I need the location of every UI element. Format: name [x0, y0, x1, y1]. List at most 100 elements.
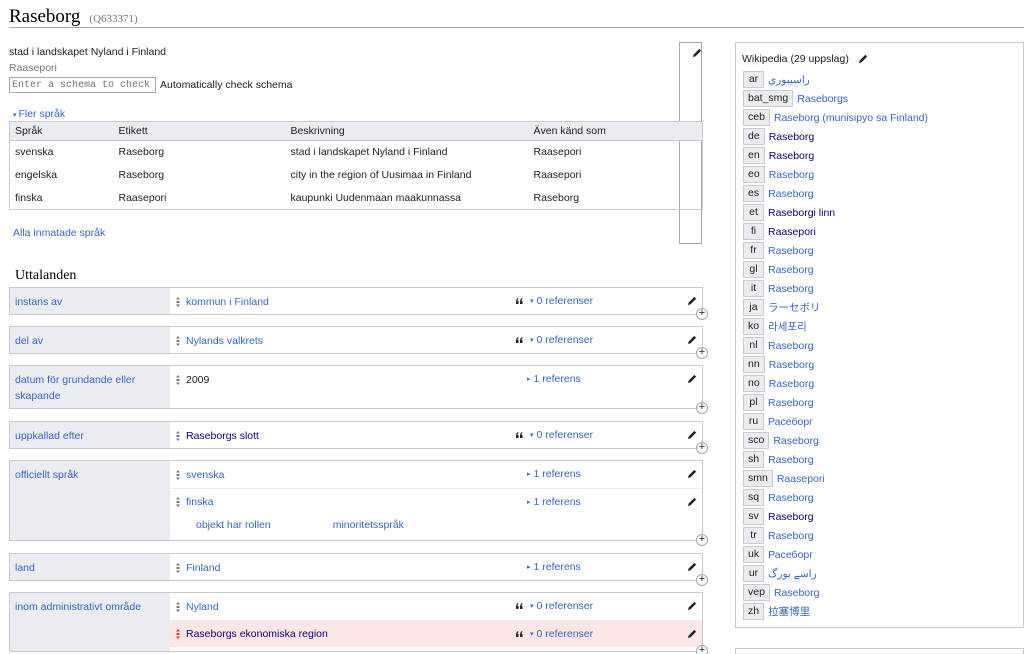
rank-normal-icon[interactable] — [172, 601, 184, 613]
value-link[interactable]: finska — [186, 496, 213, 508]
sitelink-language-code: sq — [743, 489, 765, 506]
references-toggle[interactable]: ▸ 1 referens — [527, 561, 581, 573]
qualifier-value-link[interactable]: minoritetsspråk — [333, 519, 404, 531]
sitelink-title[interactable]: Raseborg — [768, 188, 814, 200]
property-link[interactable]: del av — [10, 327, 170, 353]
sitelink-language-code: tr — [743, 527, 764, 544]
pencil-icon[interactable] — [686, 373, 698, 385]
sitelink-row: ar راسيبوري — [743, 70, 928, 89]
sitelink-title[interactable]: راسيبوري — [768, 74, 810, 86]
pencil-icon[interactable] — [686, 496, 698, 508]
sitelink-row: de Raseborg — [743, 127, 928, 146]
references-toggle[interactable]: ▾ 0 referenser — [514, 600, 593, 612]
column-header: Beskrivning — [285, 121, 529, 141]
sitelink-language-code: ur — [743, 565, 764, 582]
rank-normal-icon[interactable] — [172, 562, 184, 574]
sitelink-title[interactable]: Raasepori — [768, 226, 816, 238]
references-toggle[interactable]: ▾ 0 referenser — [514, 295, 593, 307]
pencil-icon[interactable] — [691, 47, 703, 59]
add-value-button[interactable]: + — [696, 442, 708, 454]
property-link[interactable]: uppkallad efter — [10, 422, 170, 448]
property-link[interactable]: inom administrativt område — [10, 593, 170, 651]
sitelink-title[interactable]: Raseborg — [768, 511, 814, 523]
sitelink-title[interactable]: Raseborg — [769, 131, 815, 143]
rank-normal-icon[interactable] — [172, 335, 184, 347]
sitelink-row: sco Raseborg — [743, 431, 928, 450]
sitelink-title[interactable]: 拉塞博里 — [768, 604, 810, 619]
value-link[interactable]: Nylands valkrets — [186, 335, 263, 347]
rank-normal-icon[interactable] — [172, 469, 184, 481]
property-link[interactable]: instans av — [10, 288, 170, 314]
sitelink-title[interactable]: Расеборг — [768, 549, 813, 561]
value-link[interactable]: svenska — [186, 469, 225, 481]
pencil-icon[interactable] — [686, 295, 698, 307]
property-link[interactable]: datum för grundande eller skapande — [10, 366, 170, 408]
sitelink-title[interactable]: Raseborg — [773, 435, 819, 447]
sitelink-title[interactable]: Raseborg — [768, 454, 814, 466]
sitelink-title[interactable]: Расеборг — [768, 416, 813, 428]
value-link[interactable]: Finland — [186, 562, 220, 574]
sitelink-title[interactable]: Raseborg — [769, 150, 815, 162]
sitelink-row: gl Raseborg — [743, 260, 928, 279]
add-value-button[interactable]: + — [696, 347, 708, 359]
sitelink-title[interactable]: ラーセボリ — [768, 300, 821, 315]
pencil-icon[interactable] — [686, 561, 698, 573]
statement-group: datum för grundande eller skapande 2009 … — [9, 365, 708, 414]
sitelink-title[interactable]: Raseborg — [768, 283, 814, 295]
schema-input[interactable] — [9, 77, 156, 93]
value-link[interactable]: Raseborgs slott — [186, 430, 259, 442]
sitelink-title[interactable]: Raseborg (munisipyo sa Finland) — [774, 112, 928, 124]
sitelink-title[interactable]: Raseborg — [768, 530, 814, 542]
pencil-icon[interactable] — [686, 628, 698, 640]
add-value-button[interactable]: + — [696, 645, 708, 654]
sitelink-title[interactable]: Raseborg — [769, 378, 815, 390]
references-toggle[interactable]: ▸ 1 referens — [527, 468, 581, 480]
pencil-icon[interactable] — [686, 334, 698, 346]
pencil-icon[interactable] — [686, 429, 698, 441]
value-link[interactable]: Nyland — [186, 601, 219, 613]
rank-normal-icon[interactable] — [172, 496, 184, 508]
statement-value-deprecated: Raseborgs ekonomiska region ▾ 0 referense… — [170, 620, 702, 647]
add-value-button[interactable]: + — [696, 308, 708, 320]
add-value-button[interactable]: + — [696, 534, 708, 546]
value-link[interactable]: Raseborgs ekonomiska region — [186, 628, 328, 640]
sitelink-title[interactable]: Raseborg — [768, 340, 814, 352]
sitelink-title[interactable]: راسے بورگ — [768, 568, 817, 580]
sitelink-title[interactable]: Raseborg — [768, 492, 814, 504]
all-languages-link[interactable]: Alla inmatade språk — [13, 227, 105, 239]
rank-normal-icon[interactable] — [172, 296, 184, 308]
more-languages-toggle[interactable]: ▾ Fler språk — [13, 108, 65, 120]
sitelink-title[interactable]: Raseborg — [774, 587, 820, 599]
pencil-icon[interactable] — [686, 468, 698, 480]
references-toggle[interactable]: ▾ 0 referenser — [514, 334, 593, 346]
item-alias: Raasepori — [9, 62, 57, 74]
sitelink-title[interactable]: Raseborg — [769, 359, 815, 371]
value-link[interactable]: kommun i Finland — [186, 296, 269, 308]
sitelink-title[interactable]: Raseborg — [768, 245, 814, 257]
rank-normal-icon[interactable] — [172, 430, 184, 442]
property-link[interactable]: officiellt språk — [10, 461, 170, 540]
pencil-icon[interactable] — [686, 600, 698, 612]
statement-value: Raseborgs slott ▾ 0 referenser — [170, 422, 702, 449]
rank-normal-icon[interactable] — [172, 374, 184, 386]
sitelink-title[interactable]: 라세포리 — [768, 319, 807, 334]
references-toggle[interactable]: ▾ 0 referenser — [514, 628, 593, 640]
add-value-button[interactable]: + — [696, 574, 708, 586]
sitelink-title[interactable]: Raseborg — [768, 264, 814, 276]
sitelink-title[interactable]: Raseborgi linn — [768, 207, 835, 219]
sitelink-title[interactable]: Raseborg — [769, 169, 815, 181]
sitelink-language-code: it — [743, 280, 764, 297]
item-id: (Q633371) — [89, 13, 138, 25]
sitelink-title[interactable]: Raasepori — [777, 473, 825, 485]
references-toggle[interactable]: ▾ 0 referenser — [514, 429, 593, 441]
property-link[interactable]: land — [10, 554, 170, 580]
sitelink-title[interactable]: Raseborgs — [797, 93, 848, 105]
column-header: Etikett — [113, 121, 286, 141]
add-value-button[interactable]: + — [696, 402, 708, 414]
references-toggle[interactable]: ▸ 1 referens — [527, 373, 581, 385]
pencil-icon[interactable] — [857, 53, 869, 65]
rank-deprecated-icon[interactable] — [172, 628, 184, 640]
sitelink-title[interactable]: Raseborg — [768, 397, 814, 409]
qualifier-property-link[interactable]: objekt har rollen — [196, 519, 271, 531]
references-toggle[interactable]: ▸ 1 referens — [527, 496, 581, 508]
